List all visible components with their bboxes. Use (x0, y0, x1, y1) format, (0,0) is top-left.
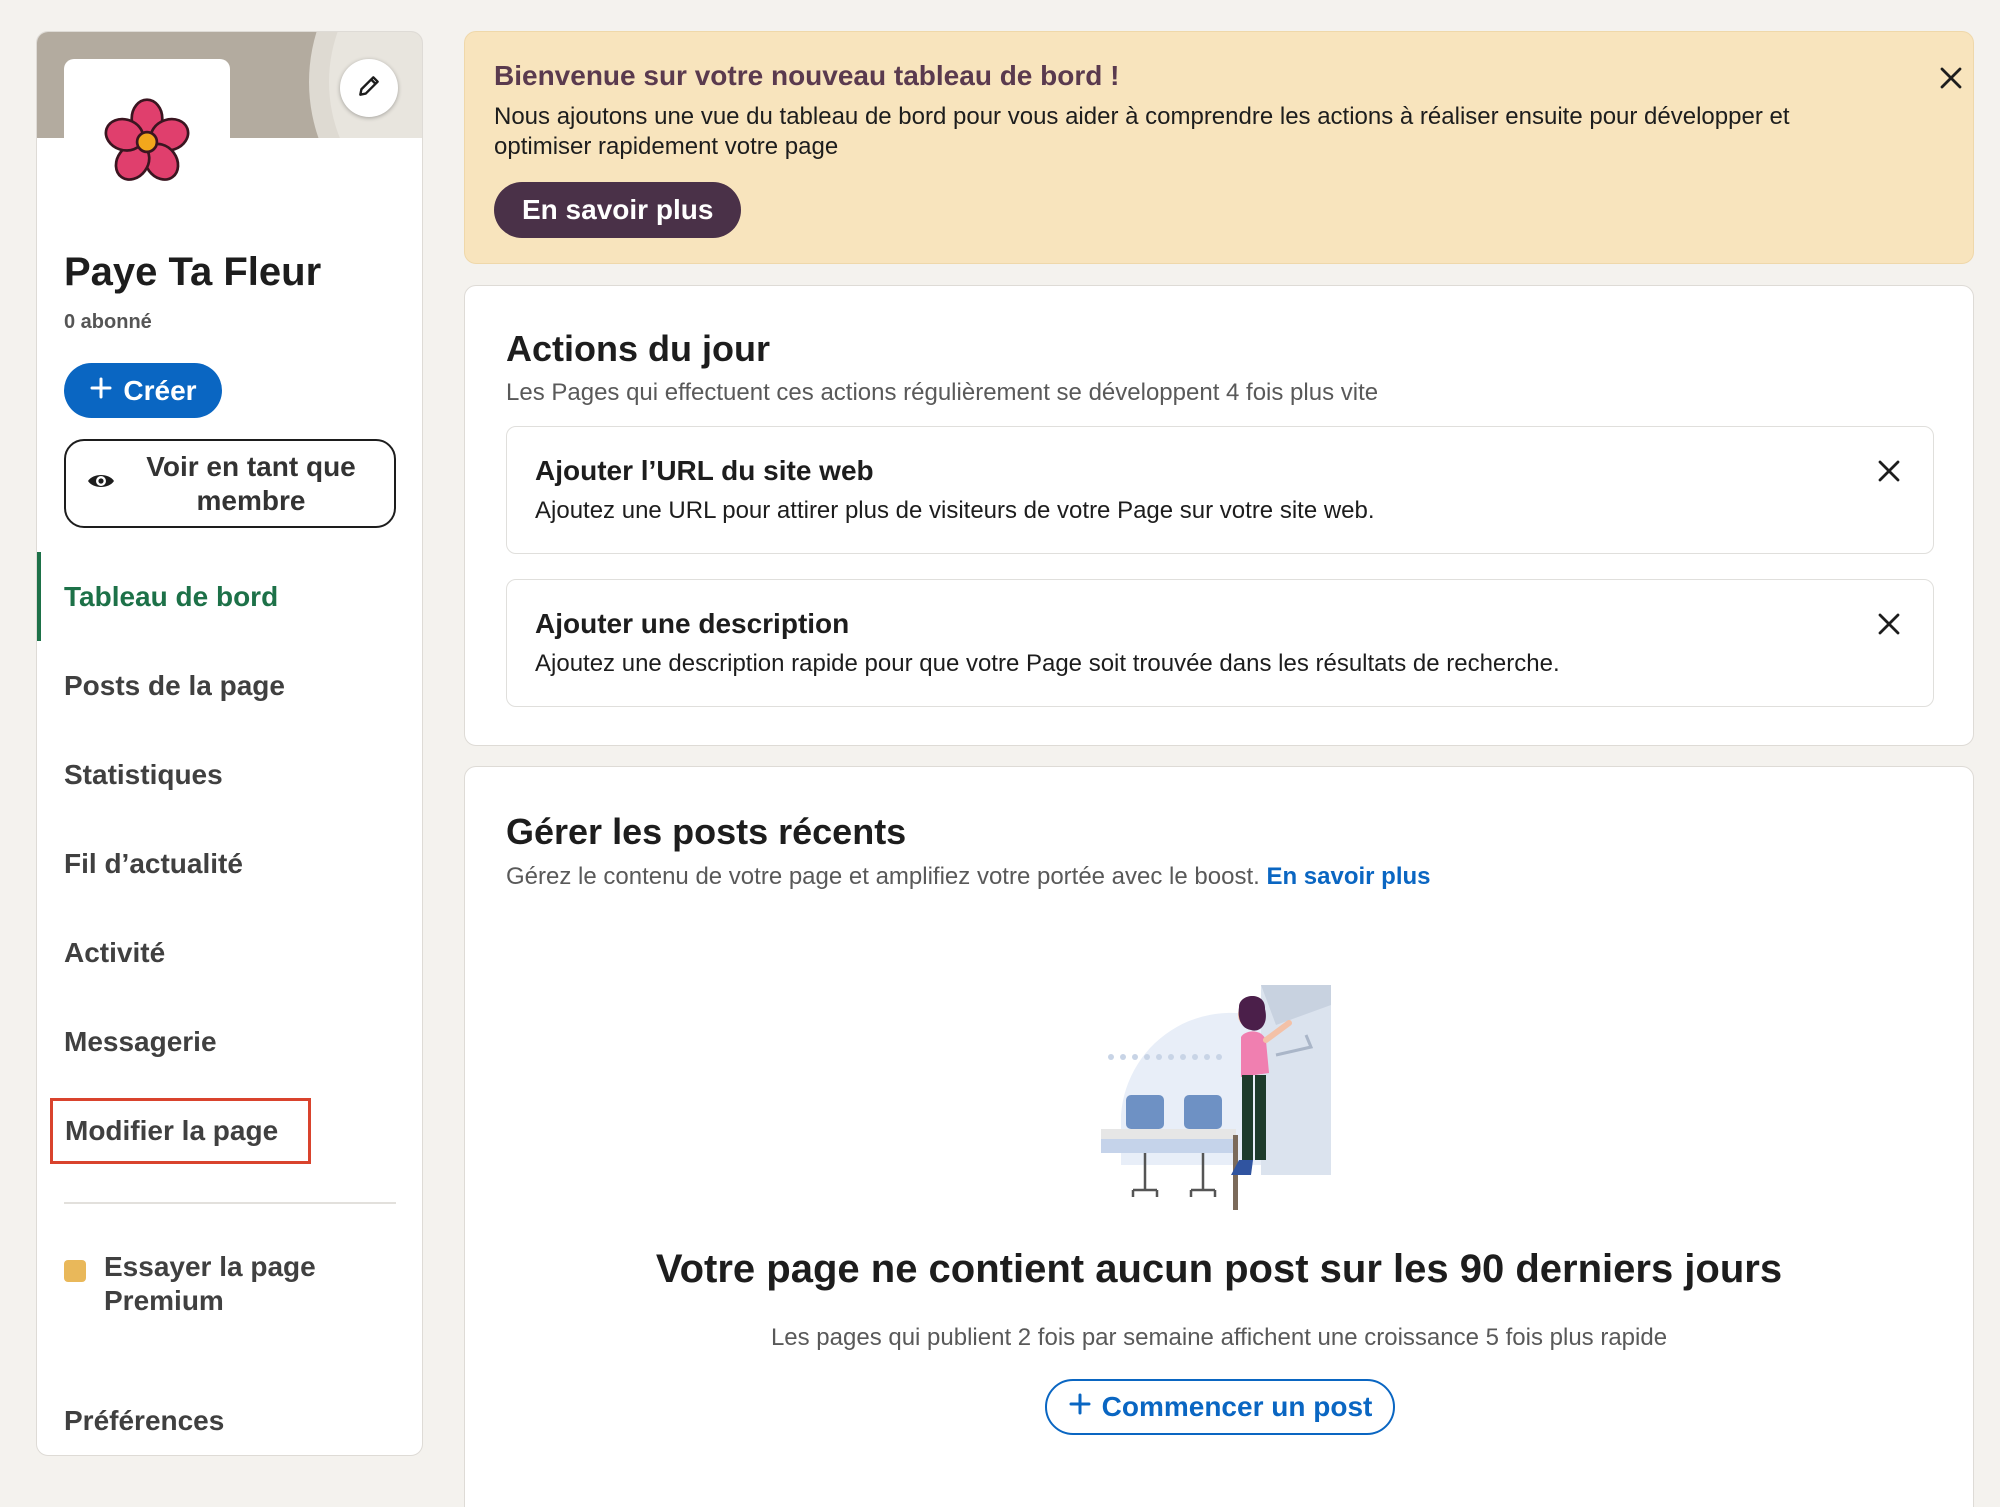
welcome-banner: Bienvenue sur votre nouveau tableau de b… (464, 31, 1974, 264)
sidebar-item-preferences[interactable]: Préférences (64, 1405, 224, 1437)
page-logo (64, 59, 230, 225)
plus-icon (1068, 1391, 1092, 1423)
sidebar-nav: Tableau de bord Posts de la page Statist… (37, 552, 422, 1175)
page-name: Paye Ta Fleur (64, 250, 322, 294)
recent-posts-title: Gérer les posts récents (506, 811, 907, 852)
edit-page-button[interactable] (340, 59, 398, 117)
page-sidebar: Paye Ta Fleur 0 abonné Créer Voir en tan… (36, 31, 423, 1456)
sidebar-item-feed[interactable]: Fil d’actualité (37, 819, 422, 908)
task-text: Ajoutez une description rapide pour que … (535, 650, 1560, 677)
task-add-website[interactable]: Ajouter l’URL du site web Ajoutez une UR… (506, 426, 1934, 554)
start-post-label: Commencer un post (1101, 1391, 1373, 1422)
close-icon (1878, 613, 1900, 635)
plus-icon (89, 375, 113, 407)
sidebar-item-messaging[interactable]: Messagerie (37, 997, 422, 1086)
learn-more-link[interactable]: En savoir plus (1266, 863, 1430, 890)
task-add-description[interactable]: Ajouter une description Ajoutez une desc… (506, 579, 1934, 707)
recent-posts-subtitle: Gérez le contenu de votre page et amplif… (506, 863, 1431, 890)
start-post-button[interactable]: Commencer un post (1045, 1379, 1395, 1435)
flower-logo (104, 98, 190, 181)
premium-icon (64, 1260, 86, 1282)
create-button-label: Créer (123, 374, 197, 406)
daily-actions-card: Actions du jour Les Pages qui effectuent… (464, 285, 1974, 746)
view-as-member-label: Voir en tant que membre (146, 450, 356, 516)
sidebar-item-edit-page[interactable]: Modifier la page (37, 1086, 422, 1175)
premium-label: Essayer la page Premium (104, 1251, 316, 1316)
eye-icon (86, 470, 116, 497)
task-text: Ajoutez une URL pour attirer plus de vis… (535, 497, 1375, 524)
follower-count: 0 abonné (64, 311, 152, 333)
banner-close-button[interactable] (1931, 58, 1971, 98)
sidebar-item-analytics[interactable]: Statistiques (37, 730, 422, 819)
dismiss-task-button[interactable] (1869, 604, 1909, 644)
dismiss-task-button[interactable] (1869, 451, 1909, 491)
daily-actions-subtitle: Les Pages qui effectuent ces actions rég… (506, 379, 1379, 406)
sidebar-item-dashboard[interactable]: Tableau de bord (37, 552, 422, 641)
task-title: Ajouter une description (535, 608, 850, 639)
close-icon (1940, 67, 1962, 89)
sidebar-item-activity[interactable]: Activité (37, 908, 422, 997)
create-button[interactable]: Créer (64, 363, 222, 418)
view-as-member-button[interactable]: Voir en tant que membre (64, 439, 396, 528)
recent-posts-card: Gérer les posts récents Gérez le contenu… (464, 766, 1974, 1507)
banner-title: Bienvenue sur votre nouveau tableau de b… (494, 60, 1120, 91)
close-icon (1878, 460, 1900, 482)
empty-state-title: Votre page ne contient aucun post sur le… (655, 1247, 1783, 1291)
pencil-icon (356, 73, 382, 104)
task-title: Ajouter l’URL du site web (535, 455, 874, 486)
daily-actions-title: Actions du jour (506, 328, 770, 369)
sidebar-item-page-posts[interactable]: Posts de la page (37, 641, 422, 730)
sidebar-divider (64, 1202, 396, 1204)
empty-state-subtitle: Les pages qui publient 2 fois par semain… (770, 1324, 1668, 1351)
banner-text: Nous ajoutons une vue du tableau de bord… (494, 103, 1790, 160)
empty-state-illustration (1101, 985, 1351, 1215)
try-premium-link[interactable]: Essayer la page Premium (64, 1250, 324, 1318)
learn-more-button[interactable]: En savoir plus (494, 182, 742, 238)
